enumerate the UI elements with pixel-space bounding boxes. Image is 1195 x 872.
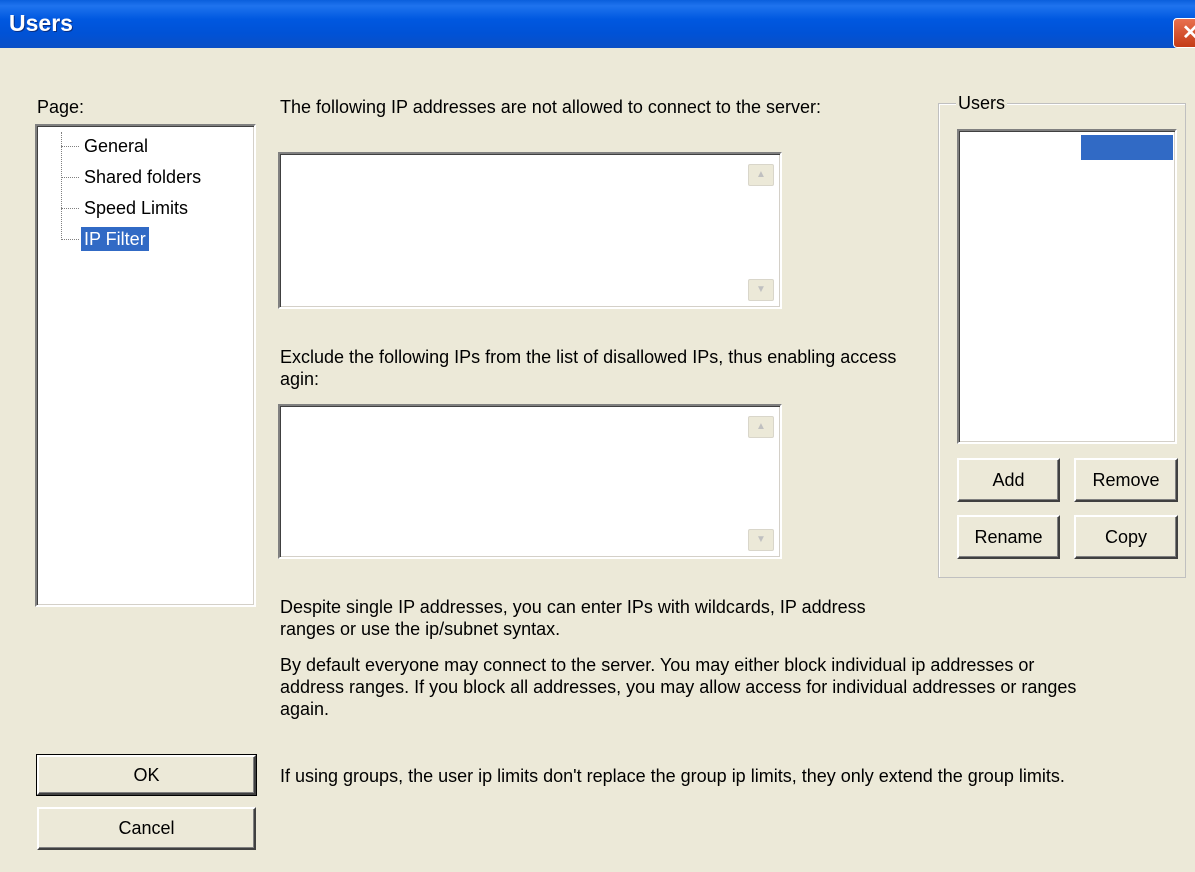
- page-label: Page:: [37, 97, 85, 117]
- tree-connector-ipfilter: [61, 239, 79, 240]
- rename-label: Rename: [974, 527, 1043, 547]
- cancel-button[interactable]: Cancel: [37, 807, 256, 850]
- close-button[interactable]: ✕: [1173, 18, 1195, 48]
- scroll-up-icon[interactable]: ▲: [748, 416, 774, 438]
- remove-label: Remove: [1092, 470, 1160, 490]
- close-icon: ✕: [1182, 22, 1195, 44]
- tree-connector-speed: [61, 208, 79, 209]
- tree-connector-shared: [61, 177, 79, 178]
- disallowed-label: The following IP addresses are not allow…: [280, 97, 821, 117]
- ok-label: OK: [133, 765, 160, 785]
- copy-user-button[interactable]: Copy: [1074, 515, 1178, 559]
- add-user-button[interactable]: Add: [957, 458, 1060, 502]
- help-text-syntax: Despite single IP addresses, you can ent…: [280, 597, 866, 639]
- scroll-up-icon[interactable]: ▲: [748, 164, 774, 186]
- tree-item-speed-limits[interactable]: Speed Limits: [81, 196, 191, 220]
- tree-item-general[interactable]: General: [81, 134, 151, 158]
- tree-connector-general: [61, 146, 79, 147]
- allowed-label: Exclude the following IPs from the list …: [280, 347, 897, 389]
- page-tree[interactable]: General Shared folders Speed Limits IP F…: [35, 124, 256, 607]
- copy-label: Copy: [1104, 527, 1148, 547]
- tree-item-shared-folders[interactable]: Shared folders: [81, 165, 204, 189]
- ok-button[interactable]: OK: [36, 754, 257, 796]
- cancel-label: Cancel: [118, 818, 175, 838]
- rename-user-button[interactable]: Rename: [957, 515, 1060, 559]
- disallowed-ips-textarea[interactable]: ▲ ▼: [278, 152, 782, 309]
- title-bar: Users ✕: [0, 0, 1195, 48]
- tree-connector-line: [61, 132, 62, 240]
- users-groupbox-label: Users: [956, 93, 1008, 114]
- users-list[interactable]: [957, 129, 1177, 444]
- add-label: Add: [992, 470, 1025, 490]
- users-list-selected-item[interactable]: [1081, 135, 1173, 160]
- scroll-down-icon[interactable]: ▼: [748, 529, 774, 551]
- help-text-default: By default everyone may connect to the s…: [280, 655, 1077, 719]
- allowed-ips-textarea[interactable]: ▲ ▼: [278, 404, 782, 559]
- tree-item-ip-filter[interactable]: IP Filter: [81, 227, 149, 251]
- window-title: Users: [9, 10, 73, 36]
- scroll-down-icon[interactable]: ▼: [748, 279, 774, 301]
- remove-user-button[interactable]: Remove: [1074, 458, 1178, 502]
- help-text-groups: If using groups, the user ip limits don'…: [280, 766, 1065, 786]
